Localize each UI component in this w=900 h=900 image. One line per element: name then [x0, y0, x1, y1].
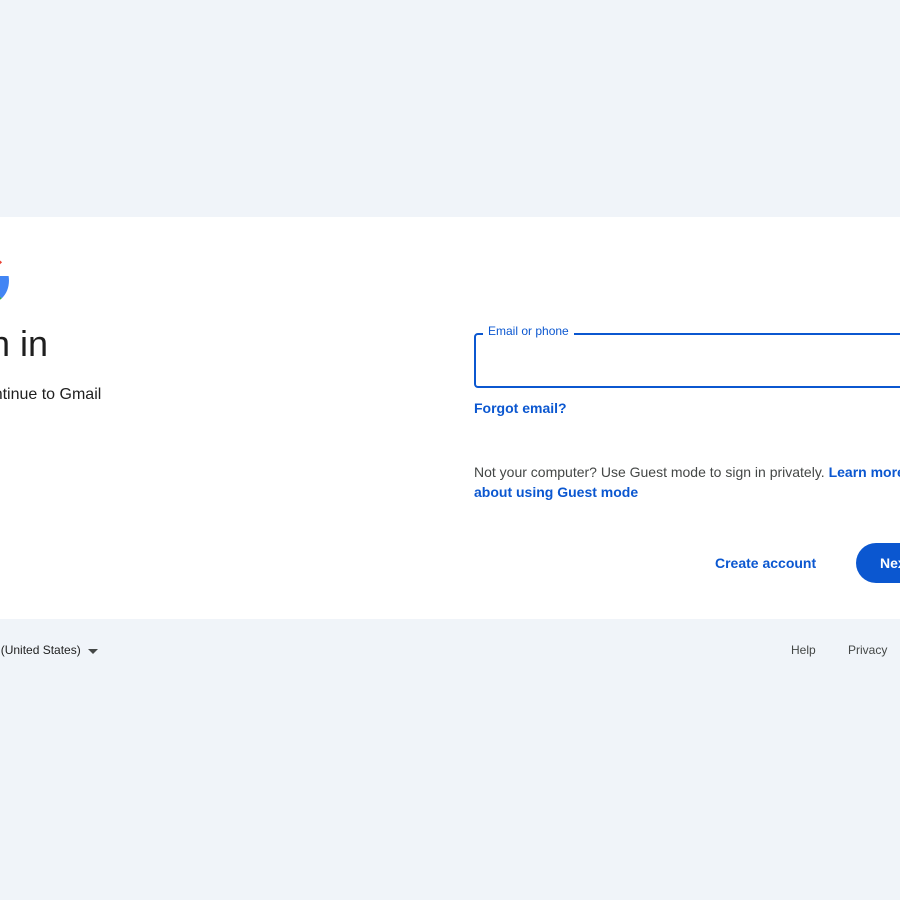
email-input[interactable] — [476, 335, 900, 386]
footer: English (United States) Help Privacy — [0, 619, 900, 683]
create-account-button[interactable]: Create account — [697, 543, 834, 583]
guest-mode-notice: Not your computer? Use Guest mode to sig… — [474, 462, 900, 502]
help-link[interactable]: Help — [791, 643, 816, 657]
dropdown-arrow-icon[interactable] — [88, 649, 98, 654]
guest-mode-text: Not your computer? Use Guest mode to sig… — [474, 464, 829, 480]
sign-in-card: Sign in to continue to Gmail Email or ph… — [0, 217, 900, 619]
next-button[interactable]: Next — [856, 543, 900, 583]
language-select[interactable]: English (United States) — [0, 643, 81, 657]
page-subtitle: to continue to Gmail — [0, 386, 102, 403]
forgot-email-link[interactable]: Forgot email? — [474, 400, 567, 416]
page-title: Sign in — [0, 323, 49, 364]
google-g-icon — [0, 260, 9, 300]
email-field[interactable]: Email or phone — [474, 324, 900, 388]
privacy-link[interactable]: Privacy — [848, 643, 887, 657]
